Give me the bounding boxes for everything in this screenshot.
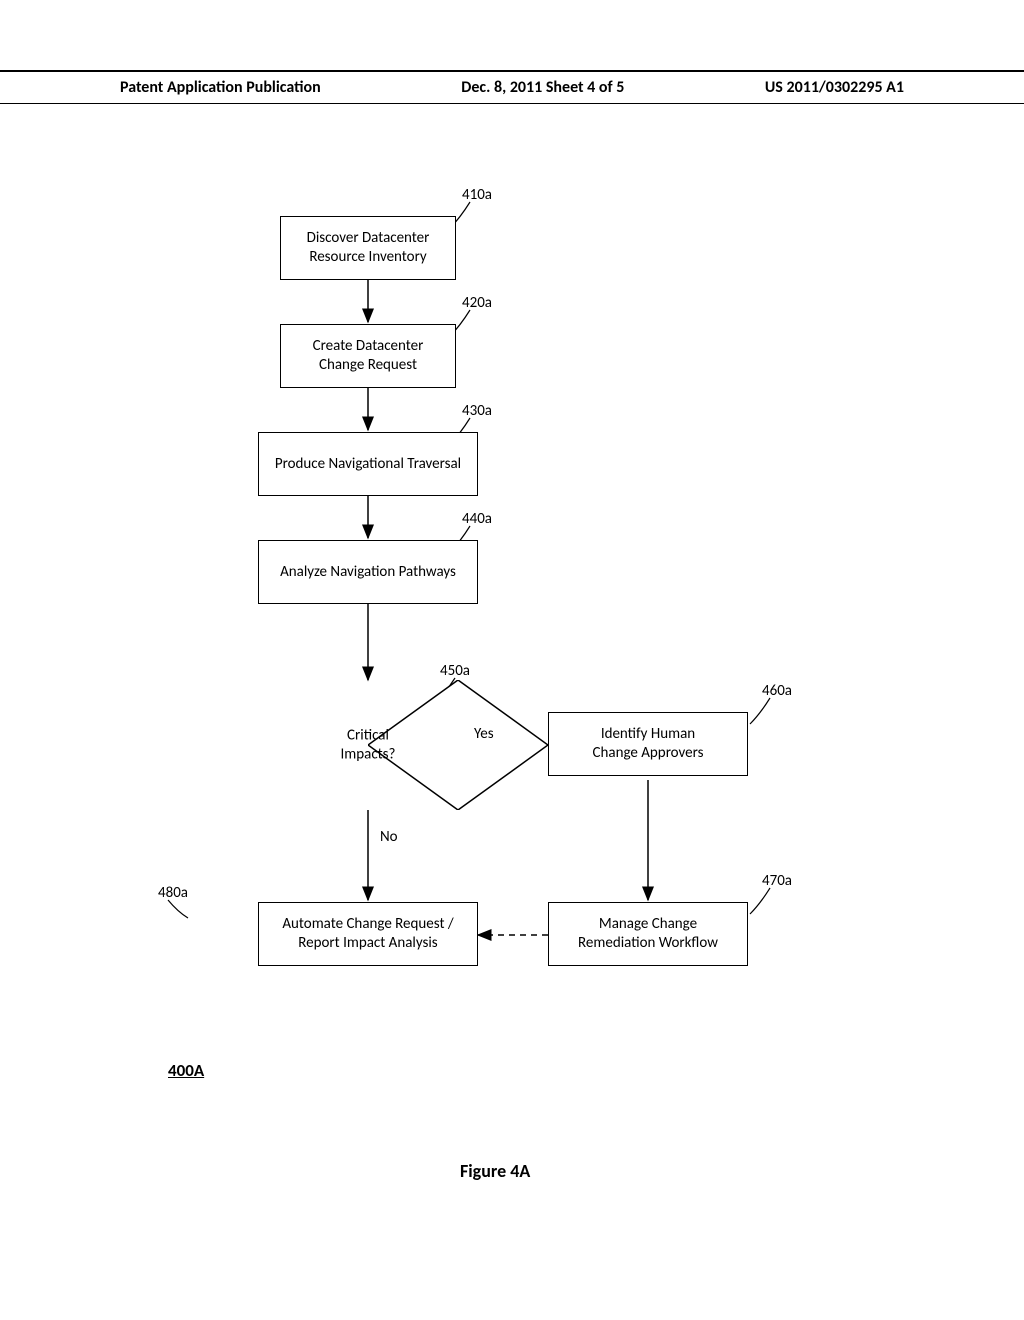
ref-480a: 480a xyxy=(158,884,188,902)
figure-id: 400A xyxy=(168,1060,204,1081)
step-analyze-pathways: Analyze Navigation Pathways xyxy=(258,540,478,604)
page-header: Patent Application Publication Dec. 8, 2… xyxy=(0,70,1024,104)
decision-label: Critical Impacts? xyxy=(340,726,395,764)
ref-440a: 440a xyxy=(462,510,492,528)
ref-460a: 460a xyxy=(762,682,792,700)
decision-critical-impacts: Critical Impacts? xyxy=(278,680,458,810)
header-left: Patent Application Publication xyxy=(120,78,321,97)
connectors xyxy=(0,180,1024,1080)
step-discover-inventory: Discover Datacenter Resource Inventory xyxy=(280,216,456,280)
step-label: Create Datacenter Change Request xyxy=(313,337,424,375)
header-center: Dec. 8, 2011 Sheet 4 of 5 xyxy=(461,78,624,97)
step-label: Analyze Navigation Pathways xyxy=(280,563,456,582)
ref-470a: 470a xyxy=(762,872,792,890)
step-manage-remediation: Manage Change Remediation Workflow xyxy=(548,902,748,966)
flowchart-diagram: Discover Datacenter Resource Inventory 4… xyxy=(0,180,1024,1080)
step-create-change-request: Create Datacenter Change Request xyxy=(280,324,456,388)
ref-410a: 410a xyxy=(462,186,492,204)
header-right: US 2011/0302295 A1 xyxy=(765,78,904,97)
figure-caption: Figure 4A xyxy=(460,1160,530,1182)
step-label: Identify Human Change Approvers xyxy=(593,725,704,763)
label-yes: Yes xyxy=(474,725,494,743)
step-label: Automate Change Request / Report Impact … xyxy=(282,915,453,953)
step-label: Discover Datacenter Resource Inventory xyxy=(307,229,430,267)
ref-420a: 420a xyxy=(462,294,492,312)
label-no: No xyxy=(380,828,398,846)
step-automate-report: Automate Change Request / Report Impact … xyxy=(258,902,478,966)
step-label: Produce Navigational Traversal xyxy=(275,455,461,474)
ref-450a: 450a xyxy=(440,662,470,680)
step-label: Manage Change Remediation Workflow xyxy=(578,915,718,953)
ref-430a: 430a xyxy=(462,402,492,420)
step-identify-approvers: Identify Human Change Approvers xyxy=(548,712,748,776)
step-produce-traversal: Produce Navigational Traversal xyxy=(258,432,478,496)
